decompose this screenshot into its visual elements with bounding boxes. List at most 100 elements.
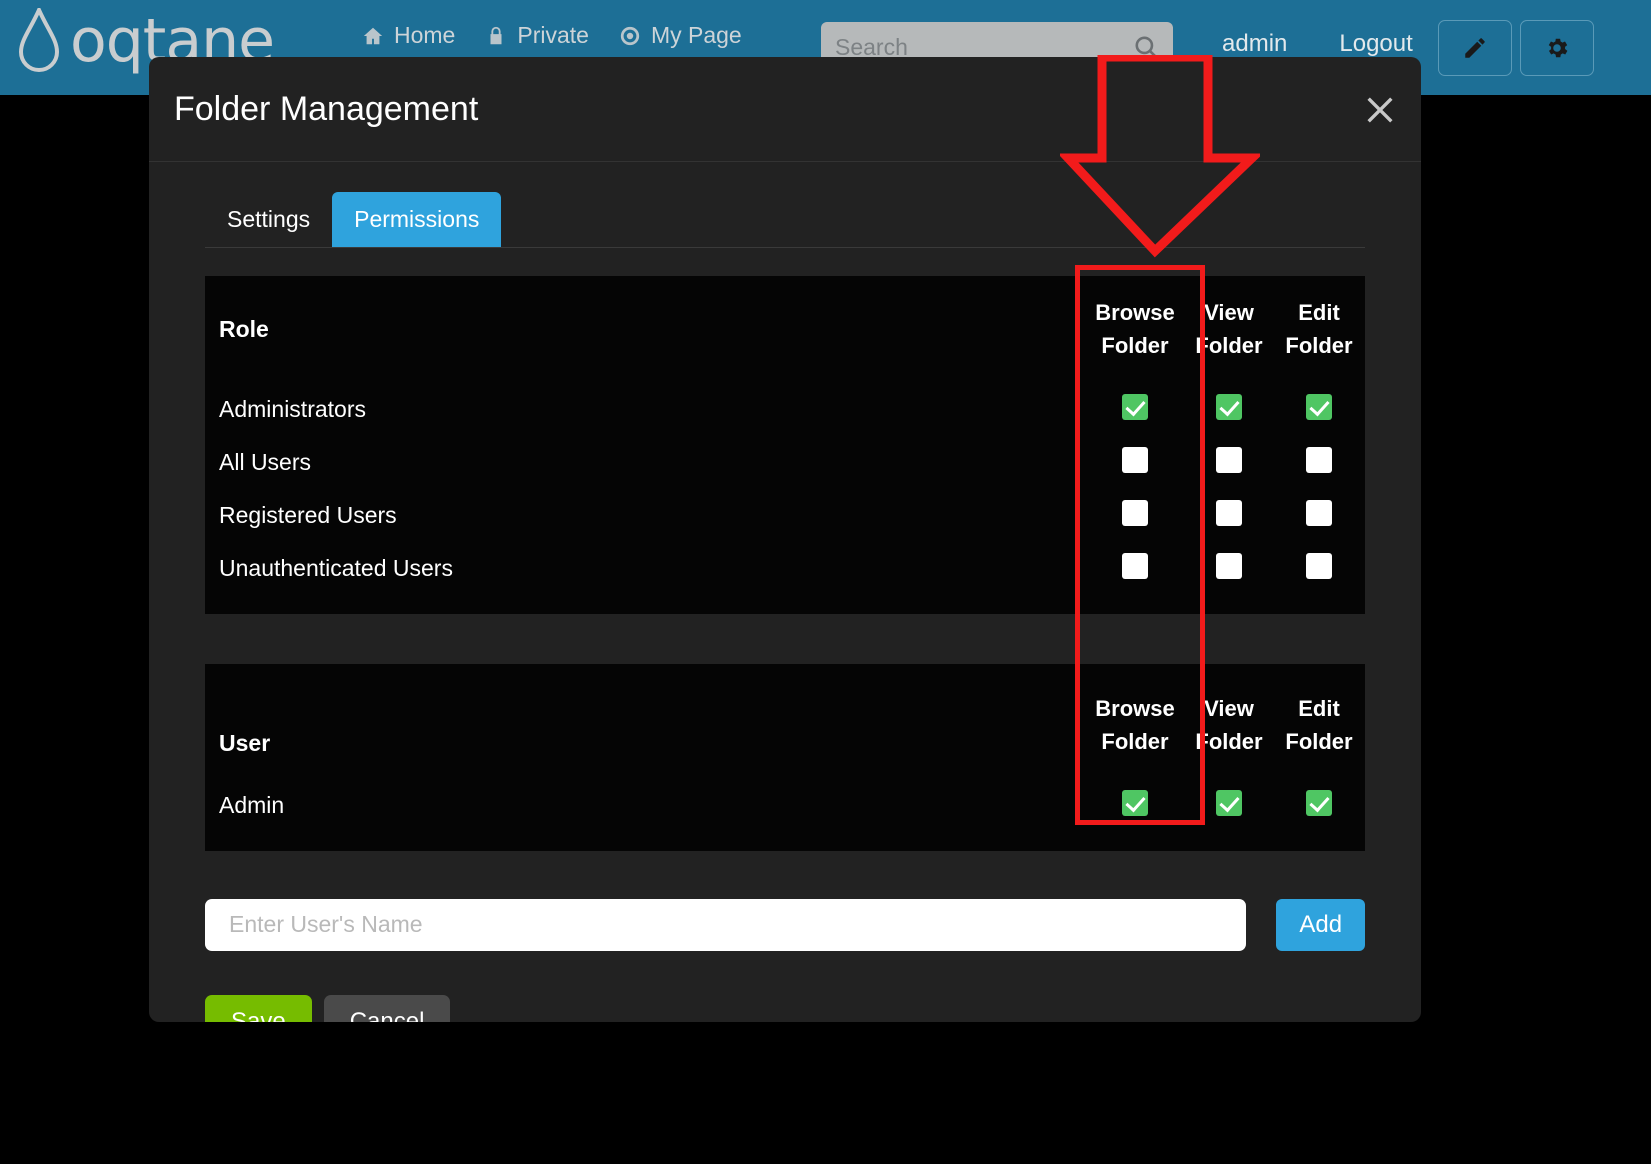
checkbox-browse-folder[interactable] [1122, 393, 1148, 420]
cell-edit [1273, 779, 1365, 851]
checkbox-edit-folder[interactable] [1306, 393, 1332, 420]
role-name: Registered Users [219, 501, 397, 528]
table-row: Registered Users [205, 489, 1365, 542]
logout-link[interactable]: Logout [1339, 30, 1412, 58]
home-icon [363, 27, 383, 44]
checkbox-browse-folder[interactable] [1122, 552, 1148, 579]
tab-settings[interactable]: Settings [205, 192, 332, 247]
cell-browse [1085, 383, 1185, 436]
header-line-2: Folder [1285, 333, 1353, 359]
tab-bar: Settings Permissions [205, 192, 1365, 247]
add-user-button[interactable]: Add [1276, 898, 1365, 951]
header-line-1: Browse [1095, 300, 1175, 325]
header-line-1: Edit [1298, 300, 1340, 325]
header-line-2: Folder [1285, 729, 1353, 755]
cell-view [1185, 542, 1273, 614]
checkbox-browse-folder[interactable] [1122, 446, 1148, 473]
column-header-role: Role [219, 315, 269, 342]
header-line-2: Folder [1101, 729, 1169, 755]
current-user-label[interactable]: admin [1222, 30, 1287, 58]
cell-browse [1085, 436, 1185, 489]
target-icon [620, 26, 640, 45]
cell-edit [1273, 436, 1365, 489]
table-row: Admin [205, 779, 1365, 851]
role-permissions-table: Role Browse Folder View Folder Edit Fold… [205, 276, 1365, 614]
cancel-button[interactable]: Cancel [323, 994, 451, 1022]
checkbox-edit-folder[interactable] [1306, 552, 1332, 579]
nav-label-private: Private [517, 22, 589, 48]
header-line-2: Folder [1195, 333, 1263, 359]
checkbox-edit-folder[interactable] [1306, 499, 1332, 526]
table-row: Administrators [205, 383, 1365, 436]
table-row: All Users [205, 436, 1365, 489]
checkbox-browse-folder[interactable] [1122, 499, 1148, 526]
gear-icon [1548, 38, 1568, 58]
column-header-view-folder: View Folder [1185, 276, 1273, 383]
checkbox-edit-folder[interactable] [1306, 789, 1332, 816]
tab-divider [205, 247, 1365, 248]
cell-view [1185, 436, 1273, 489]
role-name: Administrators [219, 395, 366, 422]
user-name-input[interactable] [205, 898, 1247, 951]
column-header-browse-folder: Browse Folder [1085, 276, 1185, 383]
column-header-edit-folder: Edit Folder [1273, 276, 1365, 383]
header-line-1: View [1204, 696, 1254, 721]
checkbox-browse-folder[interactable] [1122, 789, 1148, 816]
cell-browse [1085, 489, 1185, 542]
save-button[interactable]: Save [205, 994, 312, 1022]
folder-management-modal: Folder Management Settings Permissions R… [149, 57, 1421, 1022]
nav-item-my-page[interactable]: My Page [619, 22, 742, 49]
column-header-view-folder: View Folder [1185, 664, 1273, 779]
header-line-2: Folder [1101, 333, 1169, 359]
tab-permissions[interactable]: Permissions [332, 192, 502, 247]
nav-item-home[interactable]: Home [362, 22, 455, 49]
close-icon [1367, 97, 1393, 123]
cell-browse [1085, 779, 1185, 851]
column-header-browse-folder: Browse Folder [1085, 664, 1185, 779]
header-line-1: Browse [1095, 696, 1175, 721]
user-name: Admin [219, 791, 285, 818]
water-drop-icon [18, 8, 60, 74]
table-row: Unauthenticated Users [205, 542, 1365, 614]
user-permissions-table: User Browse Folder View Folder Edit Fold… [205, 663, 1365, 851]
site-settings-button[interactable] [1520, 20, 1594, 76]
header-line-1: View [1204, 300, 1254, 325]
page-title: Folder Management [174, 89, 479, 128]
role-name: All Users [219, 448, 312, 475]
nav-label-my-page: My Page [650, 22, 742, 48]
modal-header: Folder Management [149, 57, 1421, 162]
checkbox-view-folder[interactable] [1216, 499, 1242, 526]
table-header-row: User Browse Folder View Folder Edit Fold… [205, 664, 1365, 779]
header-line-2: Folder [1195, 729, 1263, 755]
checkbox-view-folder[interactable] [1216, 789, 1242, 816]
header-line-1: Edit [1298, 696, 1340, 721]
modal-body: Settings Permissions Role Browse Folder … [149, 162, 1421, 1022]
cell-browse [1085, 542, 1185, 614]
user-table-body: Admin [205, 779, 1365, 851]
add-user-row: Add [205, 898, 1365, 951]
cell-view [1185, 383, 1273, 436]
role-name: Unauthenticated Users [219, 554, 453, 581]
main-nav: Home Private My Page [362, 22, 742, 49]
column-header-edit-folder: Edit Folder [1273, 664, 1365, 779]
checkbox-view-folder[interactable] [1216, 446, 1242, 473]
pencil-icon [1465, 38, 1485, 58]
edit-mode-button[interactable] [1438, 20, 1512, 76]
action-buttons: Save Cancel [205, 994, 1365, 1022]
role-table-body: Administrators All Users Registered User… [205, 383, 1365, 614]
cell-edit [1273, 383, 1365, 436]
user-links: admin Logout [1222, 30, 1413, 58]
column-header-user: User [219, 729, 271, 756]
cell-view [1185, 489, 1273, 542]
close-button[interactable] [1357, 87, 1403, 133]
lock-icon [490, 26, 502, 44]
checkbox-edit-folder[interactable] [1306, 446, 1332, 473]
checkbox-view-folder[interactable] [1216, 393, 1242, 420]
table-header-row: Role Browse Folder View Folder Edit Fold… [205, 276, 1365, 383]
cell-edit [1273, 489, 1365, 542]
cell-edit [1273, 542, 1365, 614]
nav-item-private[interactable]: Private [485, 22, 589, 49]
nav-label-home: Home [394, 22, 456, 48]
checkbox-view-folder[interactable] [1216, 552, 1242, 579]
cell-view [1185, 779, 1273, 851]
